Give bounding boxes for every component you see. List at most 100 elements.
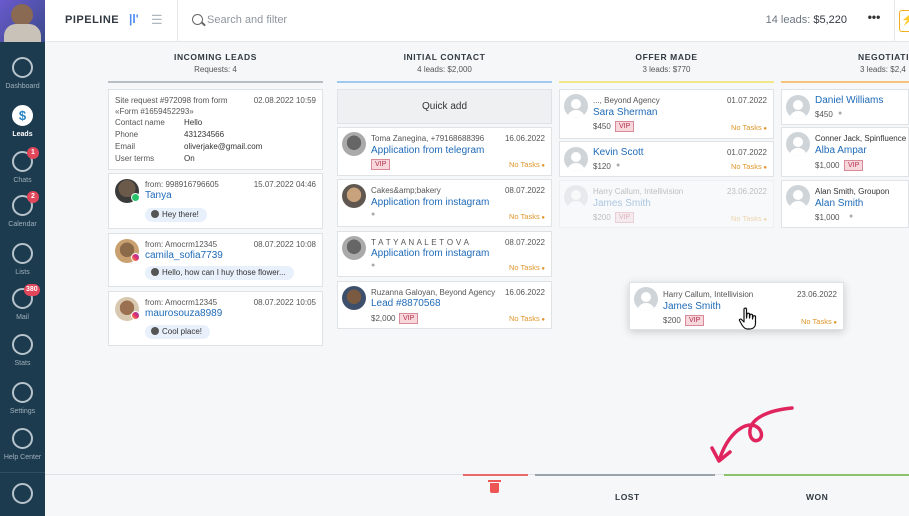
instagram-icon: [131, 253, 140, 262]
lead-title-link[interactable]: Daniel Williams: [815, 95, 883, 106]
top-bar: PIPELINE |l' ☰ 14 leads: $5,220 •••: [45, 0, 909, 42]
sidebar-item-leads[interactable]: Leads: [0, 99, 45, 147]
avatar: [342, 184, 366, 208]
stats-icon: [12, 334, 33, 355]
card-date: 16.06.2022: [504, 134, 545, 143]
sidebar-item-dashboard[interactable]: Dashboard: [0, 51, 45, 99]
vip-tag: VIP: [399, 313, 419, 324]
tasks-status[interactable]: No Tasks: [509, 212, 545, 221]
bot-icon[interactable]: [12, 483, 33, 504]
list-view-icon[interactable]: ☰: [151, 12, 163, 28]
lead-title-link[interactable]: Lead #8870568: [371, 298, 441, 309]
status-dot: ●: [838, 110, 843, 117]
user-avatar[interactable]: [0, 0, 45, 42]
column-bar: [108, 81, 323, 83]
sidebar-item-label: Calendar: [8, 221, 37, 228]
quick-add-button[interactable]: Quick add: [337, 89, 552, 124]
tasks-status[interactable]: No Tasks: [509, 263, 545, 272]
card-date: 08.07.2022: [504, 186, 545, 195]
trash-icon[interactable]: [488, 480, 501, 493]
won-drop-zone[interactable]: WON: [806, 492, 828, 502]
chat-message-bubble: Hello, how can I huy those flower...: [145, 266, 294, 280]
sidebar-item-lists[interactable]: Lists: [0, 237, 45, 285]
leads-summary: 14 leads: $5,220: [766, 14, 847, 26]
card-date: 01.07.2022: [726, 96, 767, 105]
automation-bolt-button[interactable]: [899, 10, 909, 32]
chat-name-link[interactable]: Tanya: [145, 190, 172, 201]
lead-title-link[interactable]: Application from instagram: [371, 248, 489, 259]
avatar-placeholder: [564, 94, 588, 118]
search-icon: [192, 14, 203, 25]
lead-card[interactable]: Kevin Scott 01.07.2022 $120 ● No Tasks: [559, 141, 774, 177]
status-dot: ●: [371, 262, 376, 269]
lead-title-link[interactable]: James Smith: [663, 301, 721, 312]
lead-card[interactable]: ..., Beyond Agency 01.07.2022 Sara Sherm…: [559, 89, 774, 139]
tasks-status[interactable]: No Tasks: [801, 317, 837, 326]
incoming-chat-card[interactable]: from: 998916796605 15.07.2022 04:46 Tany…: [108, 173, 323, 229]
lead-contact: Toma Zanegina, +79168688396: [371, 134, 485, 143]
more-button[interactable]: •••: [861, 10, 887, 32]
lead-title-link[interactable]: Application from telegram: [371, 145, 484, 156]
tasks-status[interactable]: No Tasks: [509, 160, 545, 169]
lead-card[interactable]: Cakes&amp;bakery 08.07.2022 Application …: [337, 179, 552, 227]
sidebar-item-chats[interactable]: 1 Chats: [0, 145, 45, 193]
search-input[interactable]: [207, 11, 507, 29]
lost-drop-zone[interactable]: LOST: [615, 492, 640, 502]
message-avatar-icon: [151, 210, 159, 218]
lead-title-link[interactable]: Alba Ampar: [815, 145, 867, 156]
incoming-form-card[interactable]: Site request #972098 from form 02.08.202…: [108, 89, 323, 170]
column-title: OFFER MADE: [635, 52, 698, 62]
kanban-view-icon[interactable]: |l': [129, 12, 139, 26]
lead-title-link[interactable]: Application from instagram: [371, 197, 489, 208]
lead-card[interactable]: Ruzanna Galoyan, Beyond Agency 16.06.202…: [337, 281, 552, 329]
column-bar: [337, 81, 552, 83]
card-date: 08.07.2022 10:05: [253, 298, 316, 307]
incoming-chat-card[interactable]: from: Amocrm12345 08.07.2022 10:05 mauro…: [108, 291, 323, 346]
tasks-status[interactable]: No Tasks: [731, 123, 767, 132]
chat-message: Cool place!: [162, 327, 203, 336]
lead-card[interactable]: Toma Zanegina, +79168688396 16.06.2022 A…: [337, 127, 552, 176]
divider: [177, 0, 178, 42]
lead-price: $2,000: [371, 314, 396, 323]
incoming-chat-card[interactable]: from: Amocrm12345 08.07.2022 10:08 camil…: [108, 233, 323, 287]
sidebar-item-settings[interactable]: Settings: [0, 376, 45, 424]
chat-message: Hello, how can I huy those flower...: [162, 268, 286, 277]
lead-card[interactable]: Conner Jack, Spinfluence Alba Ampar $1,0…: [781, 127, 909, 177]
status-dot: ●: [616, 162, 621, 169]
lead-contact: Ruzanna Galoyan, Beyond Agency: [371, 288, 496, 297]
column-summary: Requests: 4: [194, 65, 237, 74]
lead-card[interactable]: Daniel Williams $450 ●: [781, 89, 909, 125]
drop-zone-bar: [45, 474, 909, 516]
lead-card[interactable]: T A T Y A N A L E T O V A 08.07.2022 App…: [337, 231, 552, 277]
field-value: On: [184, 154, 195, 163]
sidebar-item-mail[interactable]: 380 Mail: [0, 282, 45, 330]
column-bar: [559, 81, 774, 83]
vip-tag: VIP: [685, 315, 705, 326]
lead-title-link[interactable]: Sara Sherman: [593, 107, 657, 118]
card-date: 02.08.2022 10:59: [253, 96, 316, 105]
chat-from: from: 998916796605: [145, 180, 219, 189]
sidebar-item-label: Chats: [13, 177, 32, 184]
tasks-status[interactable]: No Tasks: [509, 314, 545, 323]
lead-contact: ..., Beyond Agency: [593, 96, 660, 105]
chat-name-link[interactable]: camila_sofia7739: [145, 250, 223, 261]
tasks-status[interactable]: No Tasks: [731, 162, 767, 171]
avatar: [342, 132, 366, 156]
sidebar-item-stats[interactable]: Stats: [0, 328, 45, 376]
lead-title-link[interactable]: Kevin Scott: [593, 147, 644, 158]
chat-name-link[interactable]: maurosouza8989: [145, 308, 222, 319]
chat-from: from: Amocrm12345: [145, 240, 218, 249]
lead-title-link: James Smith: [593, 198, 651, 209]
column-header-negotiation: NEGOTIATIO 3 leads: $2,4: [790, 52, 909, 74]
lead-card[interactable]: Alan Smith, Groupon Alan Smith $1,000 ●: [781, 180, 909, 228]
sidebar-item-label: Dashboard: [5, 83, 40, 90]
chat-message: Hey there!: [162, 210, 199, 219]
lead-contact: Alan Smith, Groupon: [815, 187, 890, 196]
sidebar-item-calendar[interactable]: 2 Calendar: [0, 189, 45, 237]
avatar-placeholder: [634, 287, 658, 311]
lead-price: $1,000: [815, 213, 840, 222]
sidebar-item-help-center[interactable]: Help Center: [0, 422, 45, 470]
dragged-lead-card[interactable]: Harry Callum, Intellivision 23.06.2022 J…: [629, 282, 844, 330]
whatsapp-icon: [131, 193, 140, 202]
lead-title-link[interactable]: Alan Smith: [815, 198, 863, 209]
